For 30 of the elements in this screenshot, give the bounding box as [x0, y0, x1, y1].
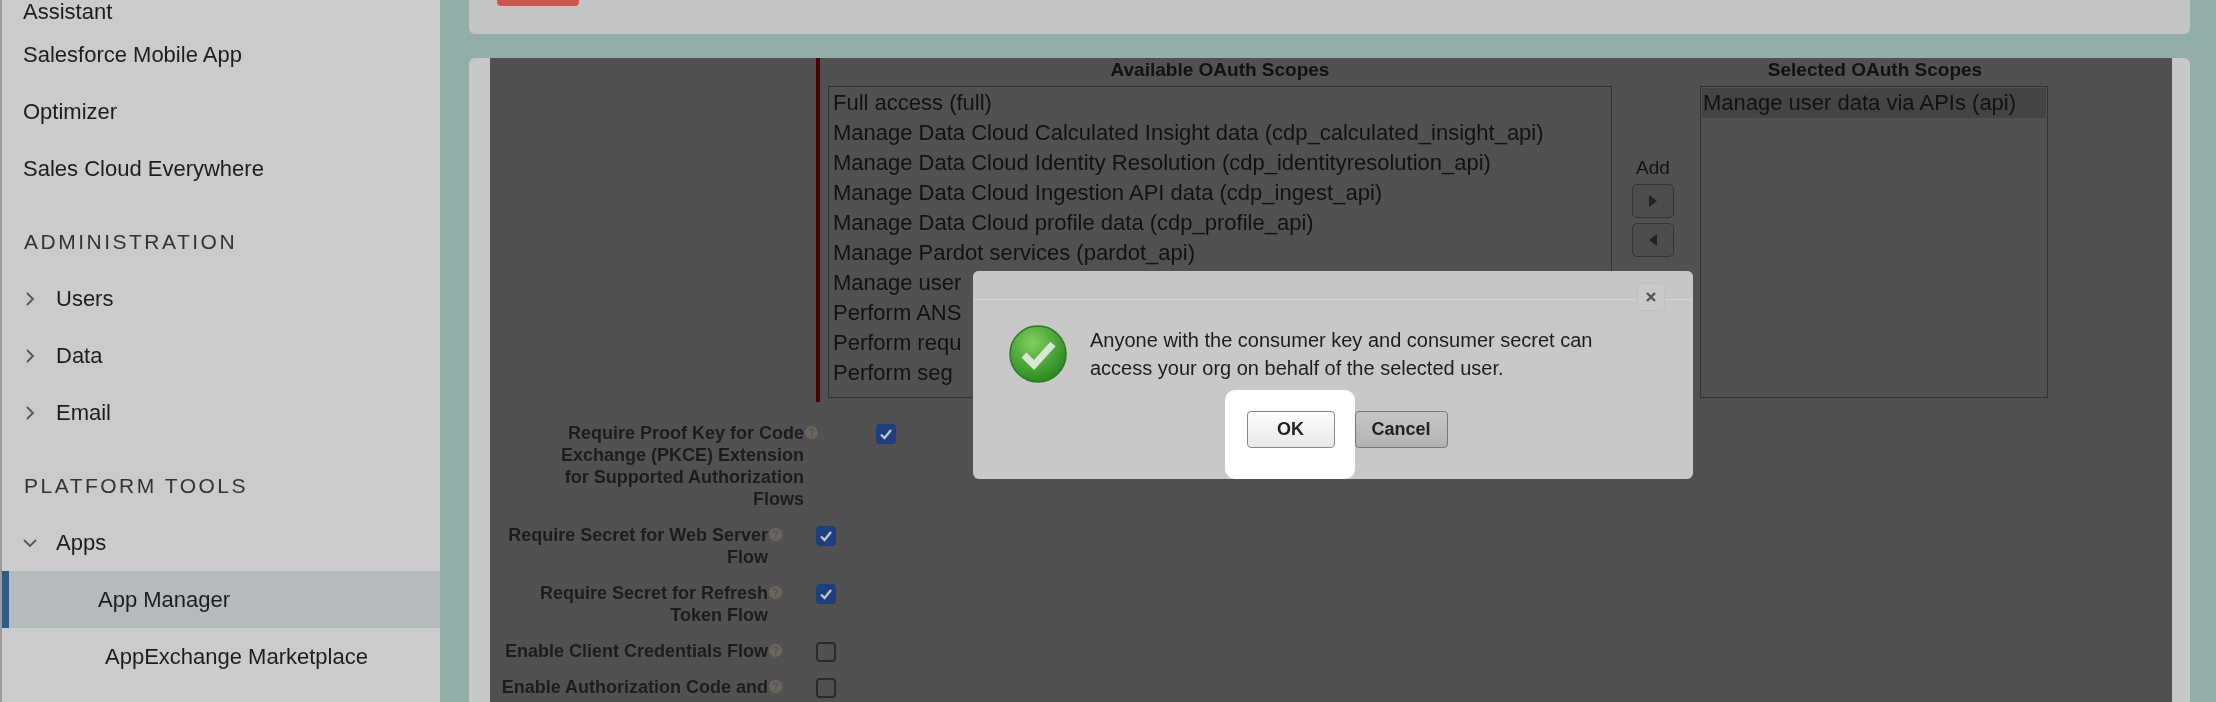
left-arrow-icon — [1648, 234, 1658, 246]
cancel-button[interactable]: Cancel — [1354, 411, 1448, 448]
sidebar-item[interactable]: Apps — [56, 529, 107, 556]
sidebar-item[interactable]: Assistant — [2, 0, 440, 26]
sidebar-item[interactable]: Sales Cloud Everywhere — [2, 140, 440, 197]
checkbox[interactable] — [816, 584, 836, 604]
close-icon[interactable] — [1637, 283, 1665, 311]
column-title: Selected OAuth Scopes — [1767, 58, 1983, 82]
checkbox[interactable] — [816, 642, 836, 662]
chevron-right-icon[interactable] — [23, 348, 37, 363]
sidebar-item[interactable]: Data — [56, 342, 103, 369]
checkmark-icon — [1008, 324, 1068, 384]
dialog-message: Anyone with the consumer key and consumer secret can access your org on behalf of the selected user. — [1090, 328, 1594, 381]
checkbox[interactable] — [816, 526, 836, 546]
sidebar-item[interactable]: Users — [56, 285, 114, 312]
right-arrow-icon — [1648, 195, 1658, 207]
sidebar-item[interactable]: App Manager — [2, 571, 440, 628]
checkbox[interactable] — [816, 678, 836, 698]
sidebar-item[interactable]: Email — [56, 399, 111, 426]
chevron-right-icon[interactable] — [23, 291, 37, 306]
column-title: Available OAuth Scopes — [1110, 58, 1330, 82]
section-heading: ADMINISTRATION — [23, 229, 239, 255]
sidebar-item[interactable]: AppExchange Marketplace — [2, 628, 440, 685]
sidebar-item[interactable]: Salesforce Mobile App — [2, 26, 440, 83]
sidebar-item[interactable]: Optimizer — [2, 83, 440, 140]
ok-button[interactable]: OK — [1246, 411, 1335, 448]
add-label: Add — [1636, 157, 1670, 179]
chevron-right-icon[interactable] — [23, 405, 37, 420]
section-heading: PLATFORM TOOLS — [23, 473, 250, 499]
checkbox[interactable] — [876, 424, 896, 444]
